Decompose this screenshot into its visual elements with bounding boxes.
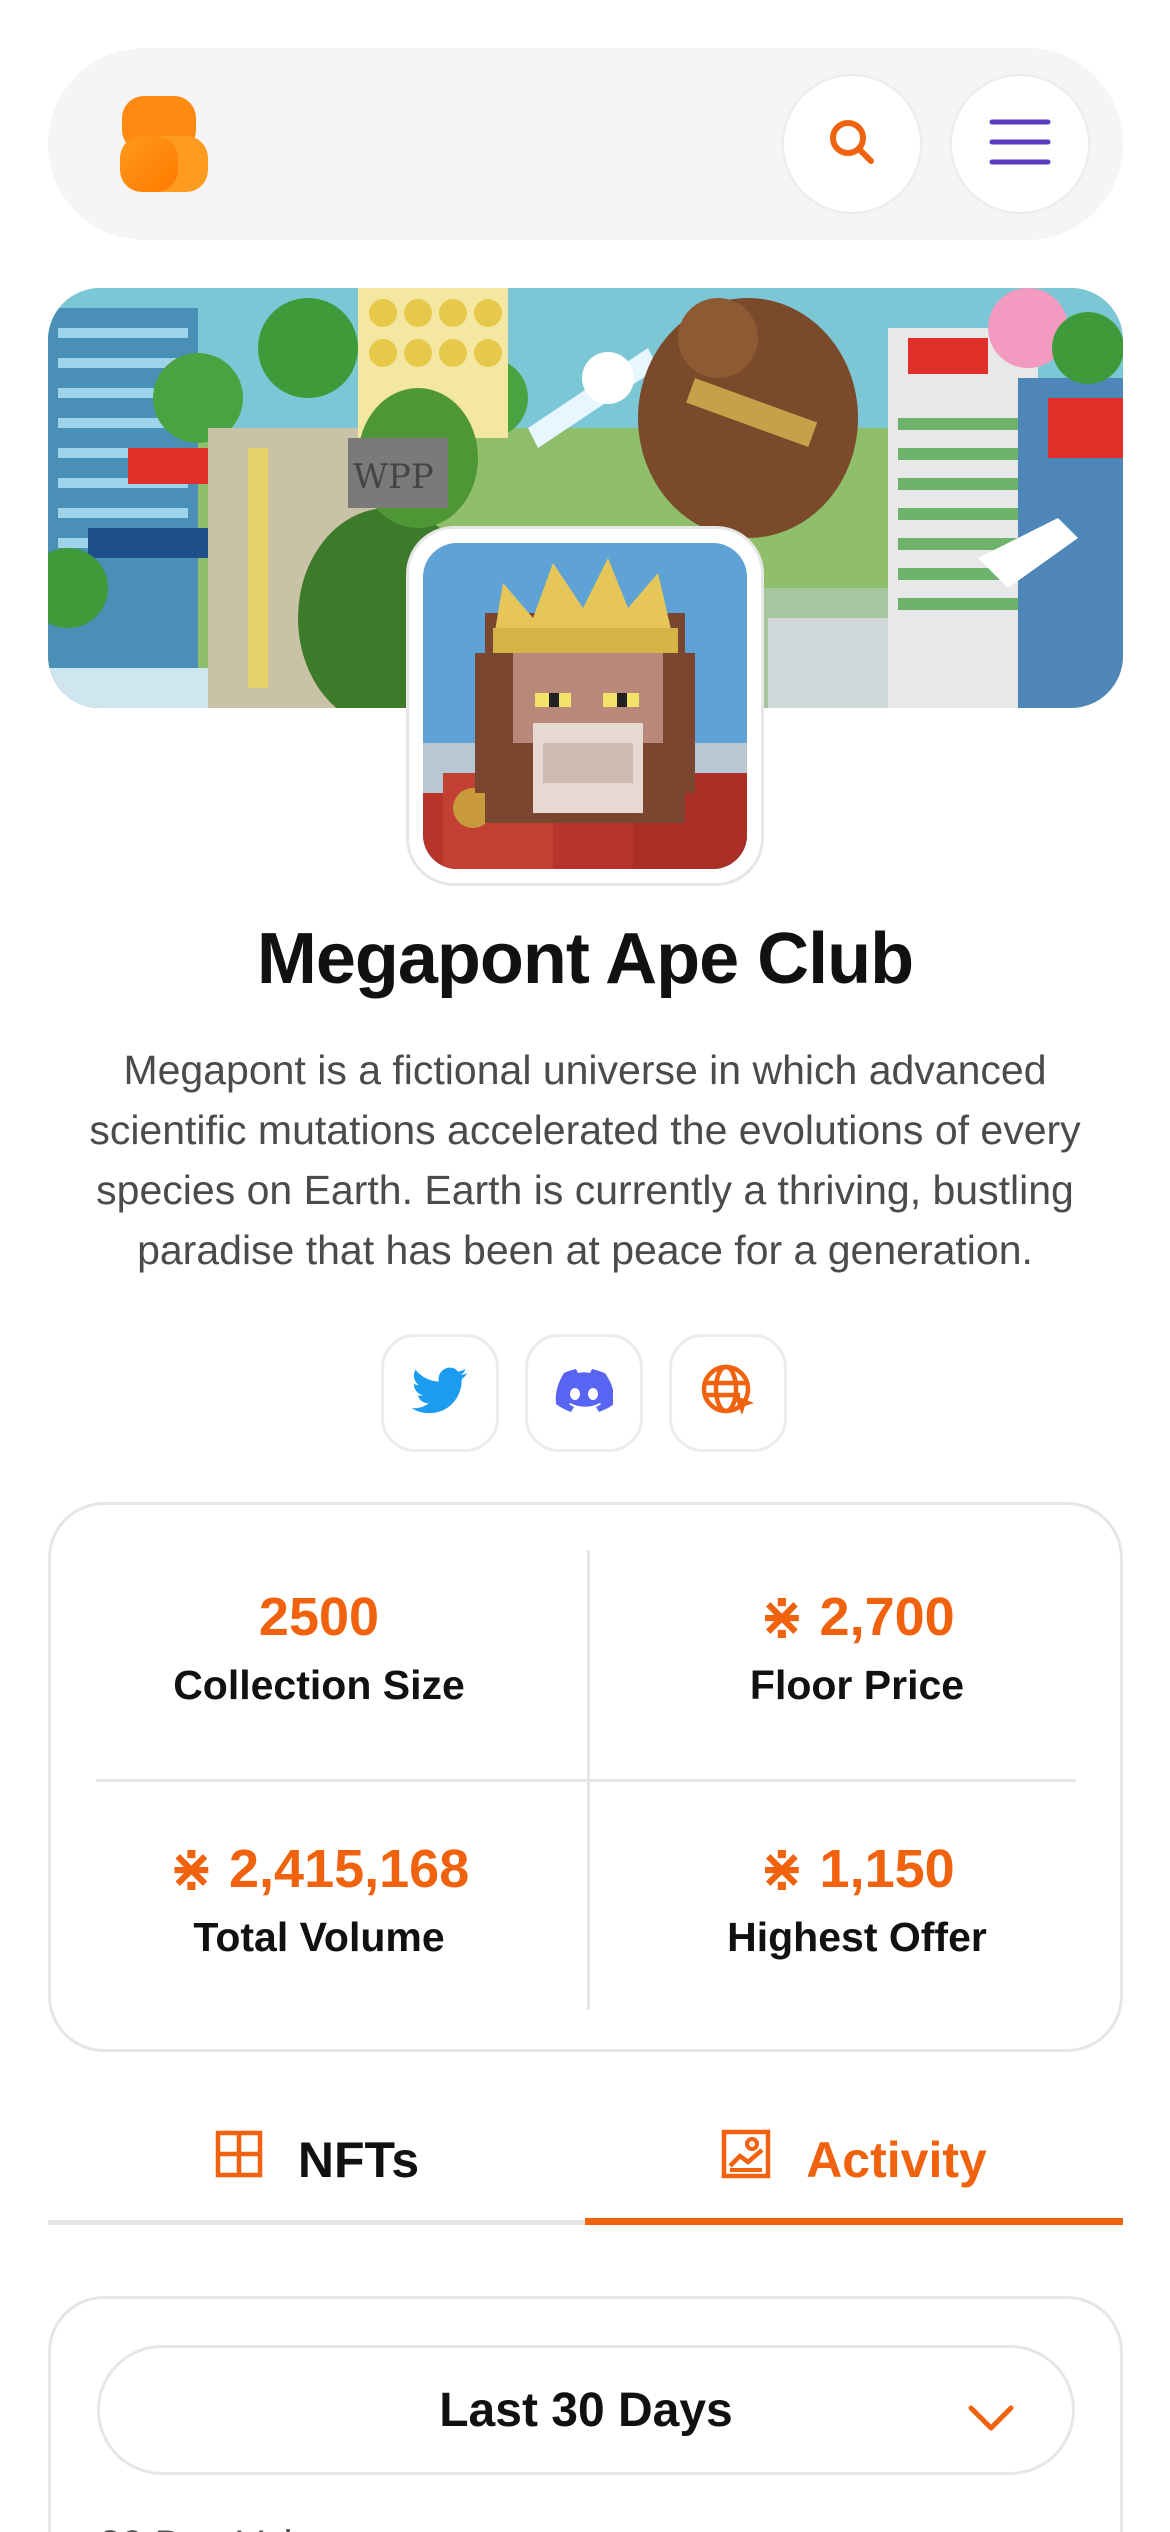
search-button[interactable] xyxy=(782,74,922,214)
chevron-down-icon xyxy=(966,2390,1016,2445)
chart-image-icon xyxy=(720,2128,772,2192)
collection-tabs: NFTs Activity xyxy=(48,2100,1123,2226)
time-range-dropdown[interactable]: Last 30 Days xyxy=(97,2345,1075,2475)
stat-collection-size: 2500 Collection Size xyxy=(51,1585,587,1713)
stat-label: Floor Price xyxy=(749,1662,965,1708)
volume-label: 30 Day Volume xyxy=(99,2523,370,2532)
stat-label: Highest Offer xyxy=(727,1914,987,1960)
stat-total-volume: ⋇ 2,415,168 Total Volume xyxy=(51,1837,587,1965)
globe-icon xyxy=(700,1363,756,1424)
menu-button[interactable] xyxy=(950,74,1090,214)
collection-avatar xyxy=(406,526,764,886)
top-navbar xyxy=(48,48,1123,240)
tab-label: Activity xyxy=(806,2132,987,2188)
discord-icon xyxy=(555,1368,615,1418)
twitter-button[interactable] xyxy=(381,1334,499,1452)
pixel-ape-avatar-image xyxy=(423,543,747,869)
stat-value: ⋇ 2,415,168 xyxy=(168,1839,470,1899)
twitter-icon xyxy=(411,1367,468,1420)
stat-label: Total Volume xyxy=(193,1914,445,1960)
stat-highest-offer: ⋇ 1,150 Highest Offer xyxy=(589,1837,1125,1965)
stats-divider-horizontal xyxy=(96,1779,1076,1782)
stat-value: ⋇ 2,700 xyxy=(759,1587,955,1647)
tab-label: NFTs xyxy=(297,2132,420,2188)
stat-value: ⋇ 1,150 xyxy=(759,1839,955,1899)
collection-title: Megapont Ape Club xyxy=(256,919,914,999)
collection-description: Megapont is a fictional universe in whic… xyxy=(89,1047,1081,1273)
stat-value: 2500 xyxy=(258,1587,380,1647)
stacked-blocks-logo-icon[interactable] xyxy=(120,96,210,192)
discord-button[interactable] xyxy=(525,1334,643,1452)
tab-nfts[interactable]: NFTs xyxy=(48,2100,585,2220)
website-button[interactable] xyxy=(669,1334,787,1452)
search-icon xyxy=(824,114,880,175)
tab-activity[interactable]: Activity xyxy=(585,2100,1122,2220)
hamburger-menu-icon xyxy=(988,116,1052,173)
activity-card: Last 30 Days 30 Day Volume xyxy=(48,2296,1123,2532)
time-range-selected: Last 30 Days xyxy=(439,2383,733,2437)
social-links xyxy=(381,1334,787,1452)
stat-label: Collection Size xyxy=(173,1662,465,1708)
active-tab-indicator xyxy=(585,2218,1123,2225)
collection-stats-card: 2500 Collection Size ⋇ 2,700 Floor Price… xyxy=(48,1502,1123,2052)
grid-icon xyxy=(214,2129,264,2191)
stat-floor-price: ⋇ 2,700 Floor Price xyxy=(589,1585,1125,1713)
wpp-sign: WPP xyxy=(353,457,434,497)
